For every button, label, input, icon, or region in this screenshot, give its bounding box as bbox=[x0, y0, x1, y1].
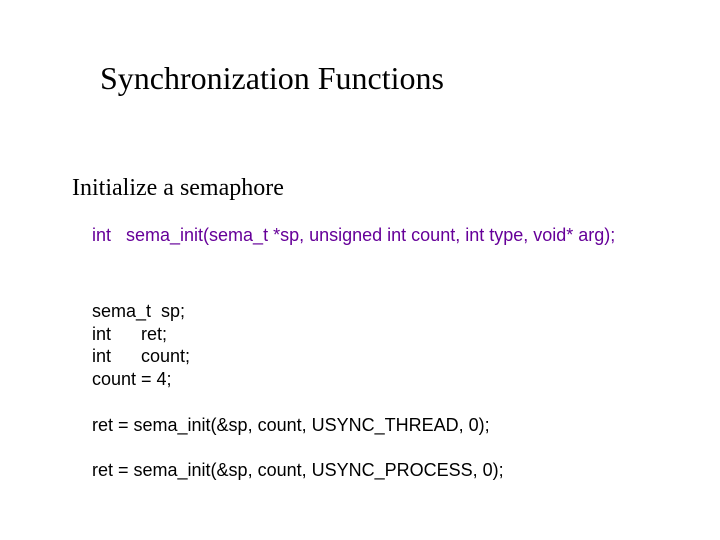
section-heading: Initialize a semaphore bbox=[72, 175, 284, 202]
function-signature: int sema_init(sema_t *sp, unsigned int c… bbox=[92, 225, 615, 246]
slide: Synchronization Functions Initialize a s… bbox=[0, 0, 720, 540]
code-call-thread: ret = sema_init(&sp, count, USYNC_THREAD… bbox=[92, 415, 490, 436]
code-call-process: ret = sema_init(&sp, count, USYNC_PROCES… bbox=[92, 460, 504, 481]
page-title: Synchronization Functions bbox=[100, 60, 444, 97]
code-declarations: sema_t sp; int ret; int count; count = 4… bbox=[92, 300, 190, 390]
